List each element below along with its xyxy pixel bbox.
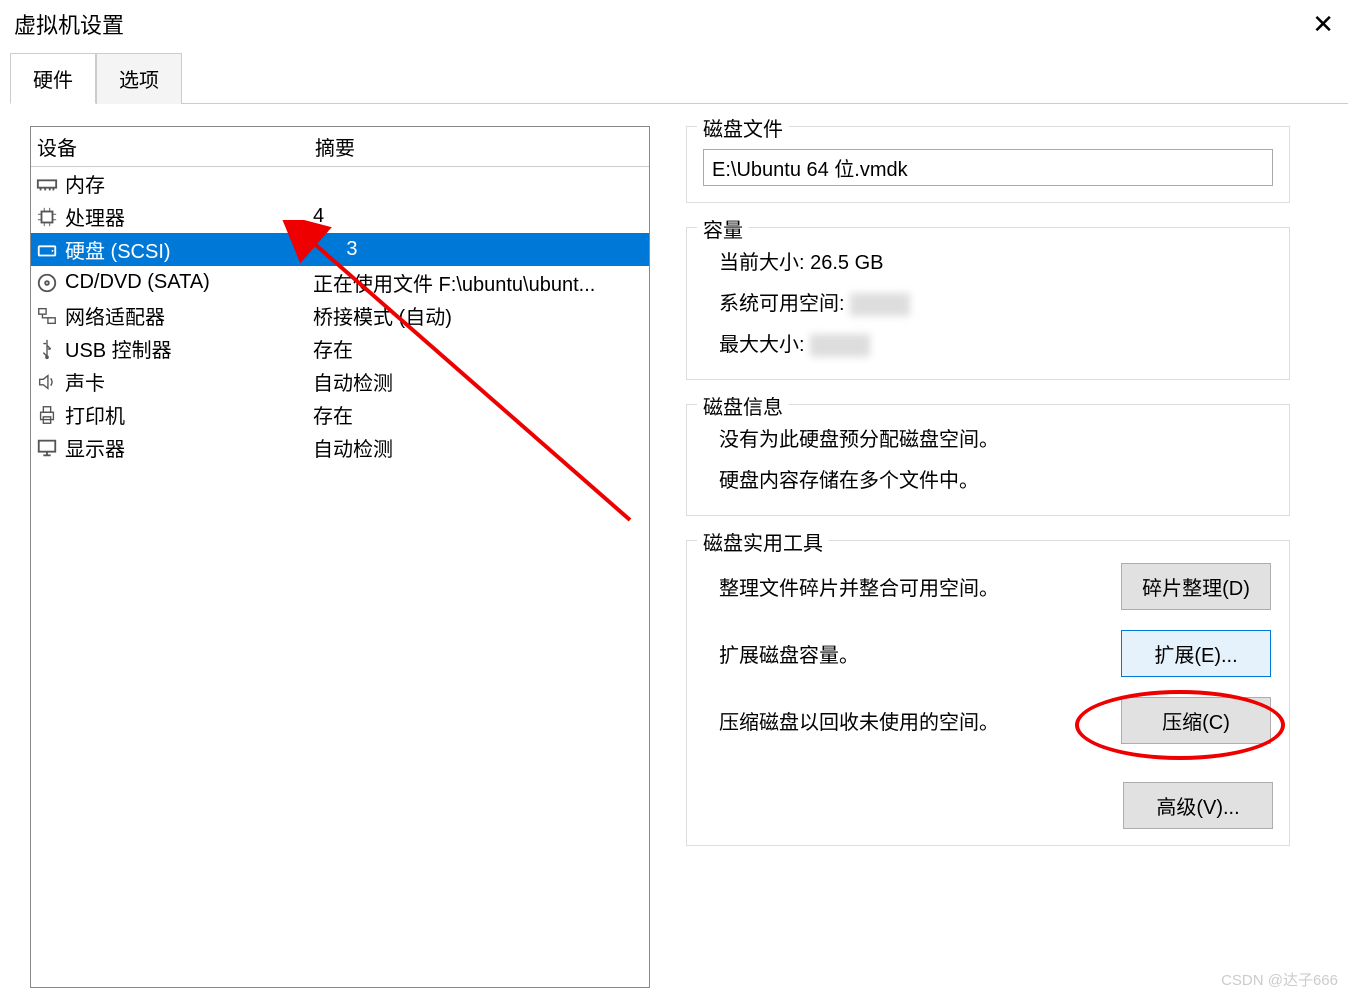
device-row-memory[interactable]: 内存	[31, 167, 649, 200]
close-icon[interactable]: ✕	[1312, 9, 1334, 40]
memory-icon	[35, 172, 59, 196]
capacity-title: 容量	[697, 214, 749, 243]
defrag-desc: 整理文件碎片并整合可用空间。	[705, 572, 999, 601]
advanced-button[interactable]: 高级(V)...	[1123, 782, 1273, 829]
device-name: 网络适配器	[65, 301, 313, 330]
current-size-label: 当前大小:	[719, 252, 805, 274]
device-name: USB 控制器	[65, 334, 313, 363]
compact-desc: 压缩磁盘以回收未使用的空间。	[705, 706, 999, 735]
device-name: 声卡	[65, 367, 313, 396]
device-summary: 存在	[313, 400, 645, 429]
device-name: 显示器	[65, 433, 313, 462]
device-summary: 自动检测	[313, 433, 645, 462]
header-summary: 摘要	[315, 132, 355, 161]
device-summary: 桥接模式 (自动)	[313, 301, 645, 330]
diskfile-input[interactable]	[703, 149, 1273, 186]
max-size-label: 最大大小:	[719, 334, 805, 356]
device-summary	[313, 172, 645, 195]
disc-icon	[35, 271, 59, 295]
diskinfo-line2: 硬盘内容存储在多个文件中。	[703, 458, 1273, 499]
device-row-network[interactable]: 网络适配器 桥接模式 (自动)	[31, 299, 649, 332]
free-space-label: 系统可用空间:	[719, 293, 845, 315]
diskfile-title: 磁盘文件	[697, 113, 789, 142]
device-summary: 4	[313, 205, 645, 228]
window-title: 虚拟机设置	[14, 8, 124, 40]
watermark: CSDN @达子666	[1221, 969, 1338, 990]
device-name: CD/DVD (SATA)	[65, 271, 313, 294]
cpu-icon	[35, 205, 59, 229]
display-icon	[35, 436, 59, 460]
diskinfo-line1: 没有为此硬盘预分配磁盘空间。	[703, 417, 1273, 458]
device-row-processor[interactable]: 处理器 4	[31, 200, 649, 233]
device-summary: 存在	[313, 334, 645, 363]
diskfile-group: 磁盘文件	[686, 126, 1290, 203]
device-row-cddvd[interactable]: CD/DVD (SATA) 正在使用文件 F:\ubuntu\ubunt...	[31, 266, 649, 299]
diskinfo-title: 磁盘信息	[697, 391, 789, 420]
device-row-usb[interactable]: USB 控制器 存在	[31, 332, 649, 365]
device-row-sound[interactable]: 声卡 自动检测	[31, 365, 649, 398]
disk-icon	[35, 238, 59, 262]
expand-desc: 扩展磁盘容量。	[705, 639, 859, 668]
max-size-value	[810, 334, 870, 357]
device-table: 设备 摘要 内存 处理器 4 硬盘 (SCSI) 3	[30, 126, 650, 988]
usb-icon	[35, 337, 59, 361]
device-name: 处理器	[65, 202, 313, 231]
network-icon	[35, 304, 59, 328]
device-name: 内存	[65, 169, 313, 198]
current-size-value: 26.5 GB	[810, 252, 883, 274]
header-device: 设备	[37, 132, 315, 161]
diskinfo-group: 磁盘信息 没有为此硬盘预分配磁盘空间。 硬盘内容存储在多个文件中。	[686, 404, 1290, 516]
utilities-group: 磁盘实用工具 整理文件碎片并整合可用空间。 碎片整理(D) 扩展磁盘容量。 扩展…	[686, 540, 1290, 846]
device-name: 硬盘 (SCSI)	[65, 235, 313, 264]
device-summary: 3	[313, 238, 645, 261]
device-row-disk[interactable]: 硬盘 (SCSI) 3	[31, 233, 649, 266]
expand-button[interactable]: 扩展(E)...	[1121, 630, 1271, 677]
compact-button[interactable]: 压缩(C)	[1121, 697, 1271, 744]
device-name: 打印机	[65, 400, 313, 429]
device-row-printer[interactable]: 打印机 存在	[31, 398, 649, 431]
device-row-display[interactable]: 显示器 自动检测	[31, 431, 649, 464]
utilities-title: 磁盘实用工具	[697, 527, 829, 556]
printer-icon	[35, 403, 59, 427]
tab-hardware[interactable]: 硬件	[10, 53, 96, 104]
free-space-value	[850, 293, 910, 316]
defrag-button[interactable]: 碎片整理(D)	[1121, 563, 1271, 610]
capacity-group: 容量 当前大小: 26.5 GB 系统可用空间: 最大大小:	[686, 227, 1290, 380]
tab-options[interactable]: 选项	[96, 53, 182, 104]
device-summary: 自动检测	[313, 367, 645, 396]
sound-icon	[35, 370, 59, 394]
device-summary: 正在使用文件 F:\ubuntu\ubunt...	[313, 268, 645, 297]
